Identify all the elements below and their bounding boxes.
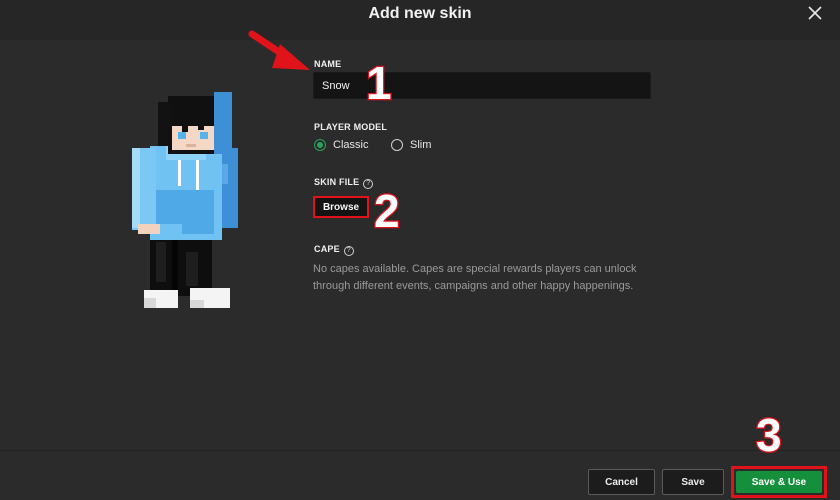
dialog-title: Add new skin: [368, 5, 472, 22]
cape-label-row: CAPE?: [314, 244, 354, 256]
name-input[interactable]: [313, 72, 651, 99]
name-label: NAME: [314, 59, 342, 69]
player-model-label: PLAYER MODEL: [314, 122, 388, 132]
footer-divider: [0, 450, 840, 451]
radio-slim-indicator[interactable]: [391, 139, 403, 151]
cancel-button[interactable]: Cancel: [588, 469, 655, 495]
radio-slim-label: Slim: [410, 139, 432, 151]
radio-classic-label: Classic: [333, 139, 369, 151]
skin-file-label: SKIN FILE: [314, 177, 360, 187]
cape-message: No capes available. Capes are special re…: [313, 263, 637, 292]
help-icon[interactable]: ?: [343, 246, 354, 256]
cape-label: CAPE: [314, 244, 340, 254]
arrow-icon: [248, 28, 314, 74]
save-and-use-button[interactable]: Save & Use: [736, 471, 822, 493]
radio-classic[interactable]: Classic: [314, 138, 368, 152]
save-button[interactable]: Save: [662, 469, 724, 495]
radio-slim[interactable]: Slim: [391, 138, 431, 152]
browse-button[interactable]: Browse: [313, 196, 369, 218]
radio-classic-indicator[interactable]: [314, 139, 326, 151]
help-icon[interactable]: ?: [363, 179, 374, 189]
skin-preview: [128, 92, 246, 320]
step-2-marker: 2: [373, 185, 401, 237]
close-icon[interactable]: [806, 4, 824, 22]
skin-file-label-row: SKIN FILE?: [314, 177, 374, 189]
step-1-marker: 1: [365, 57, 393, 109]
step-3-marker: 3: [755, 409, 783, 461]
